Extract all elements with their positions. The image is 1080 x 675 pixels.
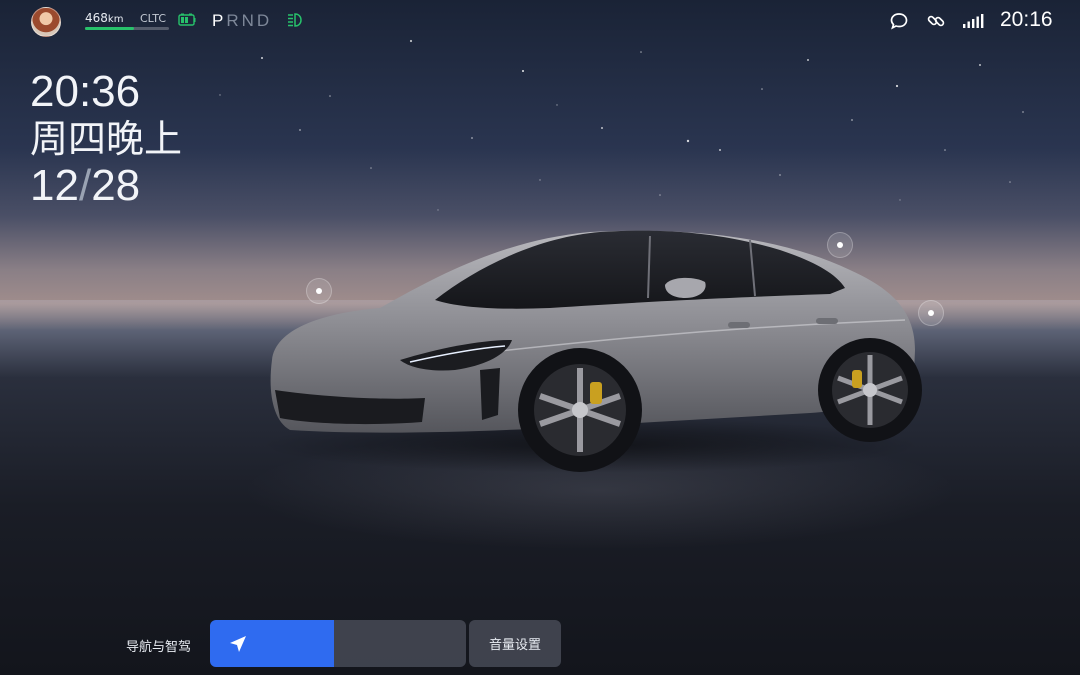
link-icon[interactable] [926, 11, 946, 31]
battery-icon [178, 13, 196, 26]
status-time: 20:16 [1000, 8, 1053, 31]
range-unit: km [107, 14, 124, 25]
car-hotspot-hood[interactable] [306, 278, 332, 304]
range-bar [85, 27, 169, 30]
range-value: 468 [85, 11, 108, 25]
avatar[interactable] [31, 7, 61, 37]
clock-date-month: 12 [30, 161, 79, 210]
signal-icon [963, 14, 984, 28]
clock-day: 周四晚上 [30, 117, 183, 161]
car-hotspot-roof[interactable] [827, 232, 853, 258]
clock-date-day: 28 [91, 161, 141, 210]
car-hotspot-rear[interactable] [918, 300, 944, 326]
navigation-arrow-icon [230, 636, 246, 652]
gear-d: D [256, 11, 273, 30]
range-standard: CLTC [140, 12, 167, 25]
volume-settings-button[interactable]: 音量设置 [469, 620, 561, 667]
gear-p: P [212, 11, 227, 30]
car-image [260, 230, 922, 473]
gear-r: R [226, 11, 242, 30]
nav-and-drive-label[interactable]: 导航与智驾 [126, 636, 191, 655]
range-readout: 468km [85, 11, 123, 25]
chat-icon[interactable] [889, 11, 909, 31]
clock-time: 20:36 [30, 67, 141, 116]
navigation-panel[interactable] [334, 620, 466, 667]
clock-date: 12/28 [30, 161, 141, 210]
range-bar-fill [85, 27, 134, 30]
gear-n: N [241, 11, 257, 30]
headlight-icon [288, 13, 302, 27]
gear-selector: PRND [212, 11, 272, 31]
